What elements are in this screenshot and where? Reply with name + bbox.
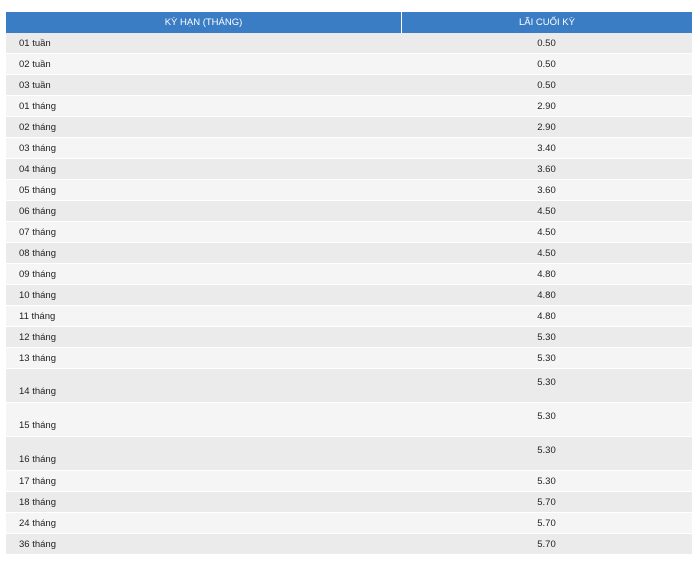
table-row: 16 tháng 5.30 [6,437,692,471]
term-cell: 04 tháng [19,163,56,175]
rate-cell: 5.70 [537,538,556,550]
rate-cell: 3.40 [537,142,556,154]
table-row: 14 tháng 5.30 [6,369,692,403]
table-row: 18 tháng 5.70 [6,492,692,513]
term-cell: 08 tháng [19,247,56,259]
table-row: 12 tháng 5.30 [6,327,692,348]
table-row: 02 tuần 0.50 [6,54,692,75]
rate-cell: 5.30 [537,411,556,422]
table-row: 05 tháng 3.60 [6,180,692,201]
rate-cell: 4.80 [537,268,556,280]
table-row: 36 tháng 5.70 [6,534,692,555]
interest-rate-table: KỲ HẠN (THÁNG) LÃI CUỐI KỲ 01 tuần 0.50 02… [6,12,692,555]
rate-cell: 3.60 [537,184,556,196]
term-cell: 02 tháng [19,121,56,133]
table-row: 09 tháng 4.80 [6,264,692,285]
table-row: 08 tháng 4.50 [6,243,692,264]
rate-cell: 0.50 [537,37,556,49]
term-cell: 24 tháng [19,517,56,529]
term-cell: 09 tháng [19,268,56,280]
rate-cell: 0.50 [537,58,556,70]
term-cell: 07 tháng [19,226,56,238]
term-cell: 16 tháng [19,454,56,465]
rate-column-header: LÃI CUỐI KỲ [519,17,575,28]
rate-cell: 4.80 [537,310,556,322]
table-row: 04 tháng 3.60 [6,159,692,180]
table-row: 17 tháng 5.30 [6,471,692,492]
table-row: 10 tháng 4.80 [6,285,692,306]
table-row: 07 tháng 4.50 [6,222,692,243]
table-row: 02 tháng 2.90 [6,117,692,138]
table-row: 03 tuần 0.50 [6,75,692,96]
table-body: 01 tuần 0.50 02 tuần 0.50 03 tuần 0.50 01 thán… [6,33,692,555]
table-row: 15 tháng 5.30 [6,403,692,437]
rate-cell: 2.90 [537,121,556,133]
term-column-header: KỲ HẠN (THÁNG) [6,12,402,33]
term-cell: 11 tháng [19,310,56,322]
term-cell: 05 tháng [19,184,56,196]
term-cell: 15 tháng [19,420,56,431]
table-row: 01 tháng 2.90 [6,96,692,117]
rate-cell: 5.30 [537,377,556,388]
rate-cell: 5.30 [537,352,556,364]
rate-cell: 4.50 [537,205,556,217]
rate-cell: 4.50 [537,247,556,259]
rate-cell: 5.70 [537,496,556,508]
term-cell: 18 tháng [19,496,56,508]
table-row: 06 tháng 4.50 [6,201,692,222]
rate-cell: 5.30 [537,445,556,456]
table-row: 24 tháng 5.70 [6,513,692,534]
term-cell: 03 tuần [19,79,51,91]
term-cell: 13 tháng [19,352,56,364]
term-cell: 06 tháng [19,205,56,217]
term-cell: 02 tuần [19,58,51,70]
table-row: 03 tháng 3.40 [6,138,692,159]
term-cell: 17 tháng [19,475,56,487]
table-row: 01 tuần 0.50 [6,33,692,54]
rate-cell: 0.50 [537,79,556,91]
rate-cell: 5.70 [537,517,556,529]
term-cell: 10 tháng [19,289,56,301]
rate-cell: 3.60 [537,163,556,175]
term-cell: 12 tháng [19,331,56,343]
term-cell: 36 tháng [19,538,56,550]
table-row: 11 tháng 4.80 [6,306,692,327]
rate-cell: 4.50 [537,226,556,238]
rate-cell: 5.30 [537,475,556,487]
rate-cell: 2.90 [537,100,556,112]
table-header: KỲ HẠN (THÁNG) LÃI CUỐI KỲ [6,12,692,33]
term-cell: 03 tháng [19,142,56,154]
term-cell: 01 tuần [19,37,51,49]
term-cell: 14 tháng [19,386,56,397]
rate-cell: 4.80 [537,289,556,301]
rate-cell: 5.30 [537,331,556,343]
term-cell: 01 tháng [19,100,56,112]
table-row: 13 tháng 5.30 [6,348,692,369]
